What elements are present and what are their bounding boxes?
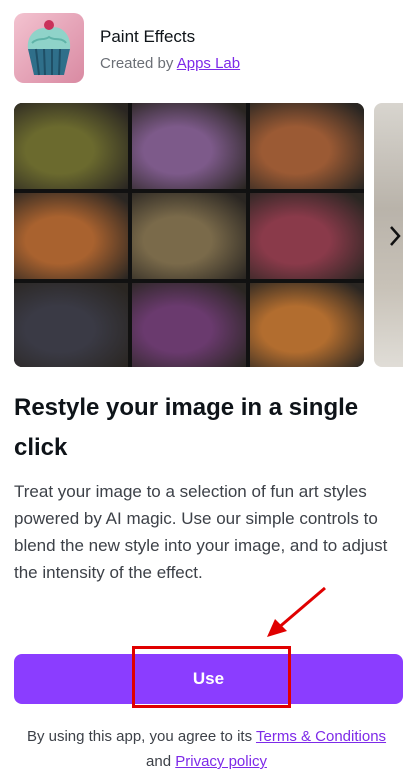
app-credit: Created by Apps Lab <box>100 55 240 72</box>
preview-tile <box>250 103 364 189</box>
preview-grid-image <box>14 103 364 367</box>
preview-tile <box>132 193 246 279</box>
preview-carousel <box>14 103 403 367</box>
app-header: Paint Effects Created by Apps Lab <box>14 13 404 85</box>
preview-tile <box>14 193 128 279</box>
privacy-link[interactable]: Privacy policy <box>175 753 267 770</box>
cupcake-icon <box>14 13 84 83</box>
preview-tile <box>250 283 364 367</box>
terms-notice: By using this app, you agree to its Term… <box>0 724 413 774</box>
preview-tile <box>14 283 128 367</box>
annotation-arrow-icon <box>267 586 326 637</box>
terms-joiner: and <box>146 753 172 770</box>
app-title: Paint Effects <box>100 27 196 46</box>
headline: Restyle your image in a single click <box>14 394 359 461</box>
terms-prefix: By using this app, you agree to its <box>26 728 253 745</box>
chevron-right-icon[interactable] <box>383 222 407 250</box>
annotation-highlight-box <box>132 646 291 708</box>
preview-tile <box>14 103 128 189</box>
preview-tile <box>250 193 364 279</box>
preview-tile <box>132 103 246 189</box>
preview-tile <box>132 283 246 367</box>
credit-prefix: Created by <box>100 55 174 72</box>
description: Treat your image to a selection of fun a… <box>14 482 388 582</box>
terms-link[interactable]: Terms & Conditions <box>256 728 386 745</box>
developer-link[interactable]: Apps Lab <box>177 55 240 72</box>
